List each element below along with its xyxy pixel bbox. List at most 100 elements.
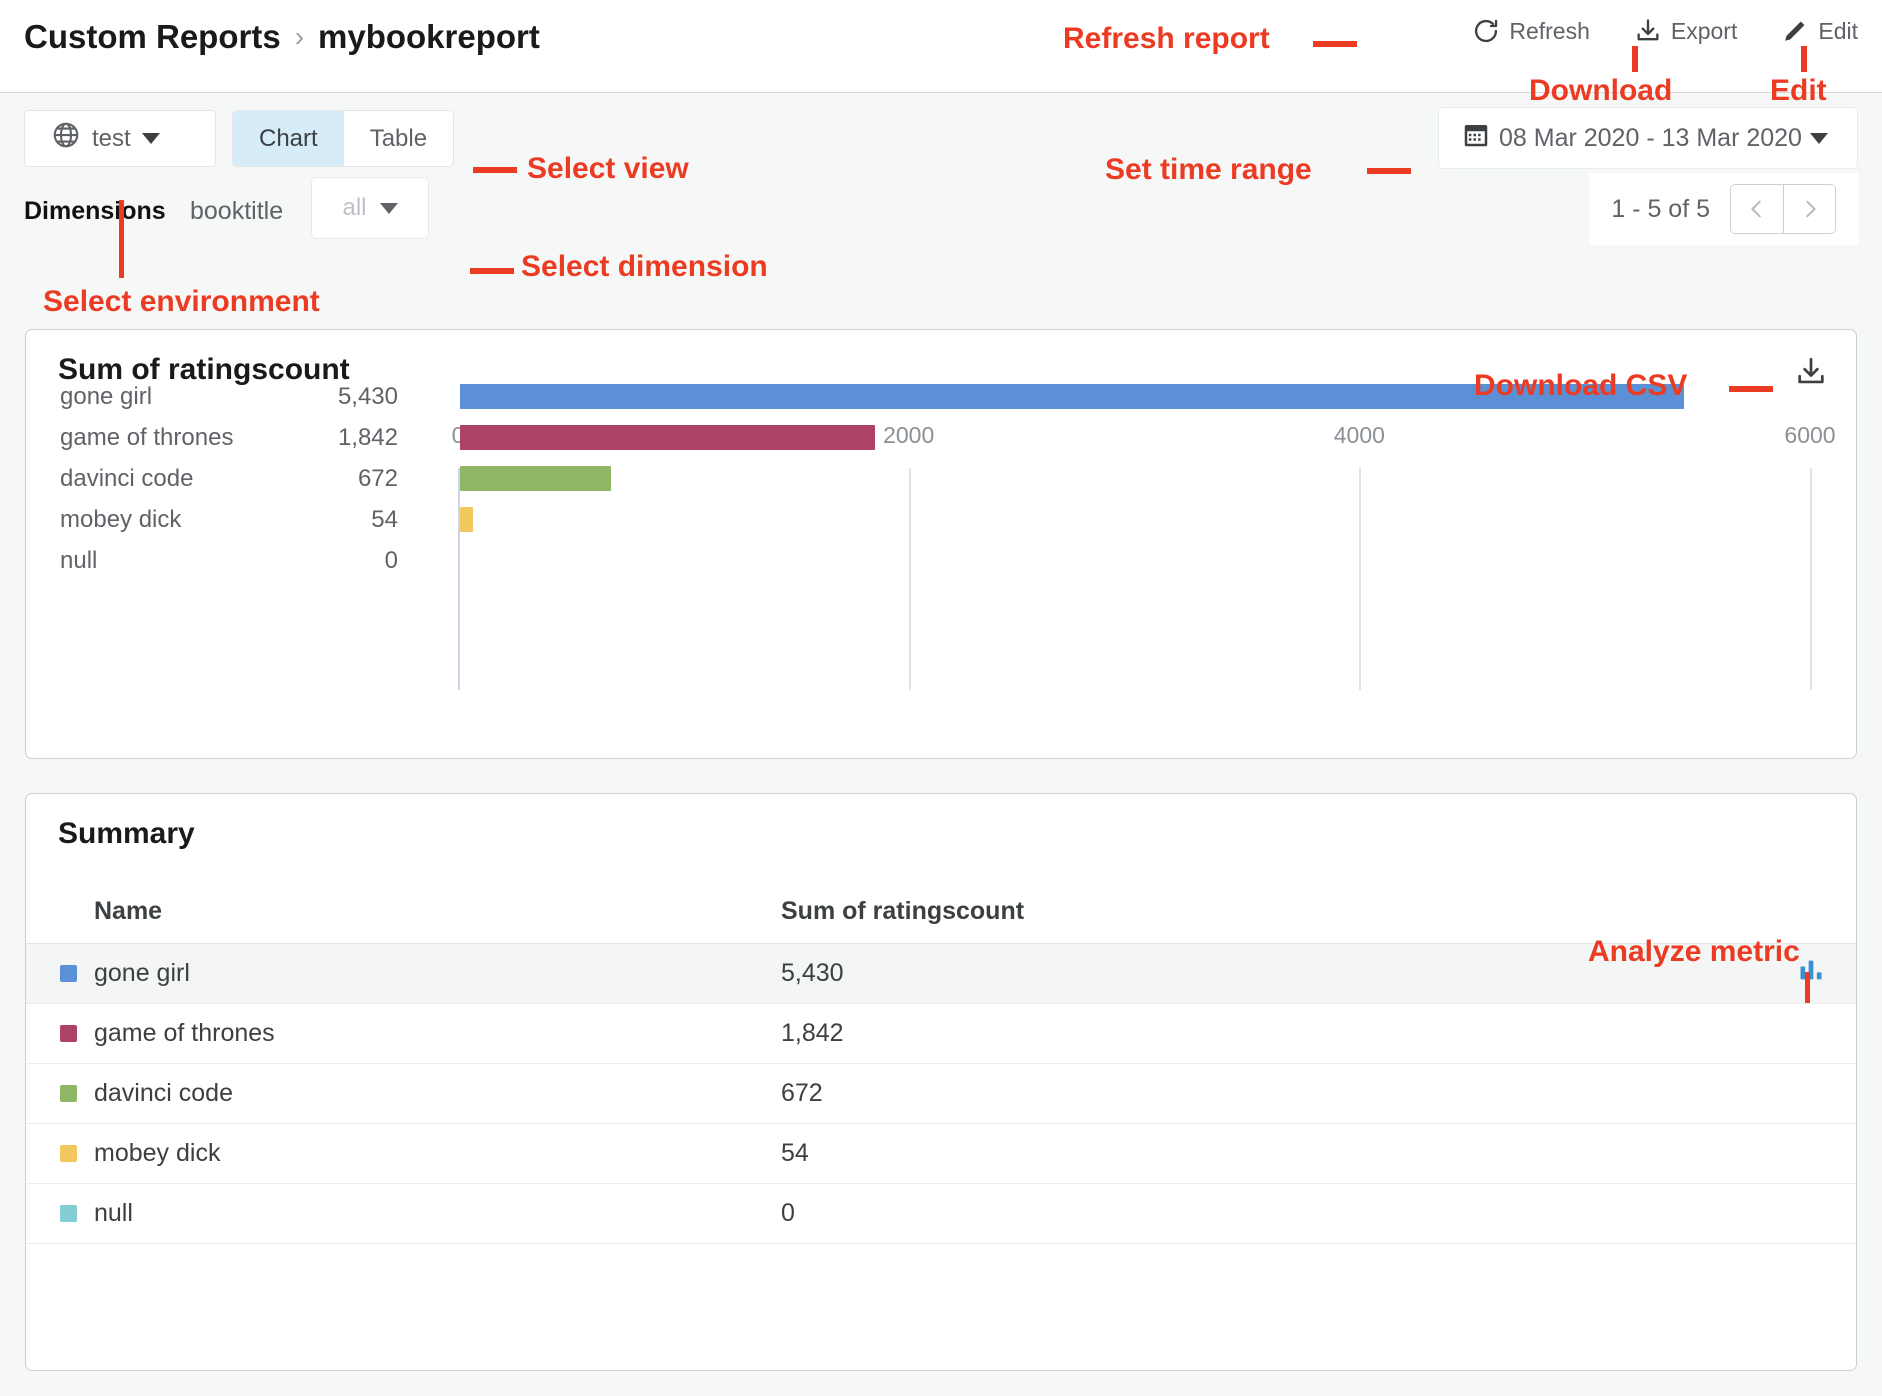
annotation-leader-edit	[1801, 46, 1807, 72]
annotation-select-view: Select view	[527, 152, 689, 186]
prev-page-button[interactable]	[1731, 185, 1783, 233]
series-color-swatch	[60, 1085, 77, 1102]
chart-row-value: 672	[294, 465, 398, 493]
date-range-picker[interactable]: 08 Mar 2020 - 13 Mar 2020	[1438, 107, 1858, 169]
environment-select[interactable]: test	[24, 110, 216, 167]
chart-row-label: null	[60, 547, 318, 575]
cell-value: 0	[781, 1199, 1601, 1228]
summary-card: Summary Name Sum of ratingscount gone gi…	[25, 793, 1857, 1371]
series-color-swatch	[60, 965, 77, 982]
export-button[interactable]: Export	[1634, 17, 1737, 45]
chart-row-value: 54	[294, 506, 398, 534]
annotation-set-time-range: Set time range	[1105, 153, 1312, 187]
edit-button[interactable]: Edit	[1781, 17, 1858, 45]
cell-name: davinci code	[26, 1079, 781, 1108]
cell-value: 5,430	[781, 959, 1601, 988]
table-row[interactable]: davinci code 672	[26, 1064, 1856, 1124]
breadcrumb: Custom Reports › mybookreport	[24, 18, 540, 56]
chevron-down-icon	[380, 203, 398, 214]
cell-value: 672	[781, 1079, 1601, 1108]
dimension-filter-value: all	[342, 194, 366, 222]
analyze-metric-icon[interactable]	[1797, 956, 1825, 991]
refresh-button[interactable]: Refresh	[1472, 17, 1590, 45]
header-actions: Refresh Export Edit	[1472, 17, 1858, 45]
annotation-download-csv: Download CSV	[1474, 369, 1687, 403]
dimensions-label: Dimensions	[24, 197, 166, 226]
cell-value: 54	[781, 1139, 1601, 1168]
chart-row-label: davinci code	[60, 465, 318, 493]
edit-label: Edit	[1818, 18, 1858, 45]
summary-table: Name Sum of ratingscount gone girl5,430g…	[26, 880, 1856, 1244]
cell-name-text: null	[94, 1199, 133, 1228]
cell-name-text: mobey dick	[94, 1139, 220, 1168]
chart-row-label: game of thrones	[60, 424, 318, 452]
pagination-range: 1 - 5 of 5	[1611, 195, 1710, 224]
cell-name-text: gone girl	[94, 959, 190, 988]
chevron-down-icon	[1810, 133, 1828, 144]
column-header-value: Sum of ratingscount	[781, 897, 1601, 926]
environment-value: test	[92, 125, 131, 153]
pagination: 1 - 5 of 5	[1589, 173, 1858, 245]
download-icon	[1634, 17, 1662, 45]
annotation-analyze-metric: Analyze metric	[1588, 935, 1800, 969]
chart-row-value: 0	[294, 547, 398, 575]
cell-value: 1,842	[781, 1019, 1601, 1048]
table-row[interactable]: mobey dick 54	[26, 1124, 1856, 1184]
table-row[interactable]: gone girl 5,430	[26, 944, 1856, 1004]
cell-name: null	[26, 1199, 781, 1228]
summary-title: Summary	[58, 817, 195, 851]
annotation-select-dimension: Select dimension	[521, 250, 768, 284]
cell-name-text: game of thrones	[94, 1019, 275, 1048]
cell-name: mobey dick	[26, 1139, 781, 1168]
chart-row-label: gone girl	[60, 383, 318, 411]
chart-bar[interactable]	[460, 507, 473, 532]
series-color-swatch	[60, 1145, 77, 1162]
export-label: Export	[1671, 18, 1737, 45]
pencil-icon	[1781, 17, 1809, 45]
annotation-leader-csv	[1729, 386, 1773, 392]
pagination-buttons	[1730, 184, 1836, 234]
date-range-value: 08 Mar 2020 - 13 Mar 2020	[1499, 124, 1802, 153]
tab-chart[interactable]: Chart	[233, 111, 344, 166]
chart-row: mobey dick54	[26, 499, 1856, 540]
calendar-icon	[1461, 120, 1491, 157]
cell-name: gone girl	[26, 959, 781, 988]
globe-icon	[51, 120, 81, 157]
breadcrumb-current: mybookreport	[318, 18, 540, 56]
chart-row: game of thrones1,842	[26, 417, 1856, 458]
next-page-button[interactable]	[1783, 185, 1835, 233]
chart-row-value: 5,430	[294, 383, 398, 411]
chart-bar[interactable]	[460, 425, 875, 450]
annotation-leader-view	[473, 167, 517, 173]
annotation-edit: Edit	[1770, 74, 1827, 108]
annotation-leader-environment	[119, 200, 124, 278]
annotation-leader-analyze	[1805, 972, 1810, 1003]
dimension-name: booktitle	[190, 197, 283, 226]
table-row[interactable]: null 0	[26, 1184, 1856, 1244]
chart-rows: gone girl5,430game of thrones1,842davinc…	[26, 376, 1856, 581]
chart-row: null0	[26, 540, 1856, 581]
breadcrumb-root[interactable]: Custom Reports	[24, 18, 281, 56]
column-header-name: Name	[26, 897, 781, 926]
annotation-leader-refresh	[1313, 41, 1357, 47]
chart-row-label: mobey dick	[60, 506, 318, 534]
cell-name-text: davinci code	[94, 1079, 233, 1108]
bar-chart: 0200040006000 gone girl5,430game of thro…	[26, 422, 1856, 742]
table-header-row: Name Sum of ratingscount	[26, 880, 1856, 944]
chart-row: davinci code672	[26, 458, 1856, 499]
series-color-swatch	[60, 1025, 77, 1042]
annotation-refresh-report: Refresh report	[1063, 22, 1270, 56]
annotation-download: Download	[1529, 74, 1672, 108]
breadcrumb-separator-icon: ›	[295, 21, 304, 53]
dimension-filter-select[interactable]: all	[311, 177, 429, 239]
refresh-label: Refresh	[1509, 18, 1590, 45]
dimensions-row: Dimensions booktitle all 1 - 5 of 5	[0, 185, 1882, 265]
table-row[interactable]: game of thrones 1,842	[26, 1004, 1856, 1064]
view-toggle: Chart Table	[232, 110, 454, 167]
tab-table[interactable]: Table	[344, 111, 453, 166]
table-body: gone girl 5,430 game of thrones 1,842 davinc…	[26, 944, 1856, 1244]
chart-bar[interactable]	[460, 466, 611, 491]
annotation-select-environment: Select environment	[43, 285, 320, 319]
refresh-icon	[1472, 17, 1500, 45]
chart-row-value: 1,842	[294, 424, 398, 452]
